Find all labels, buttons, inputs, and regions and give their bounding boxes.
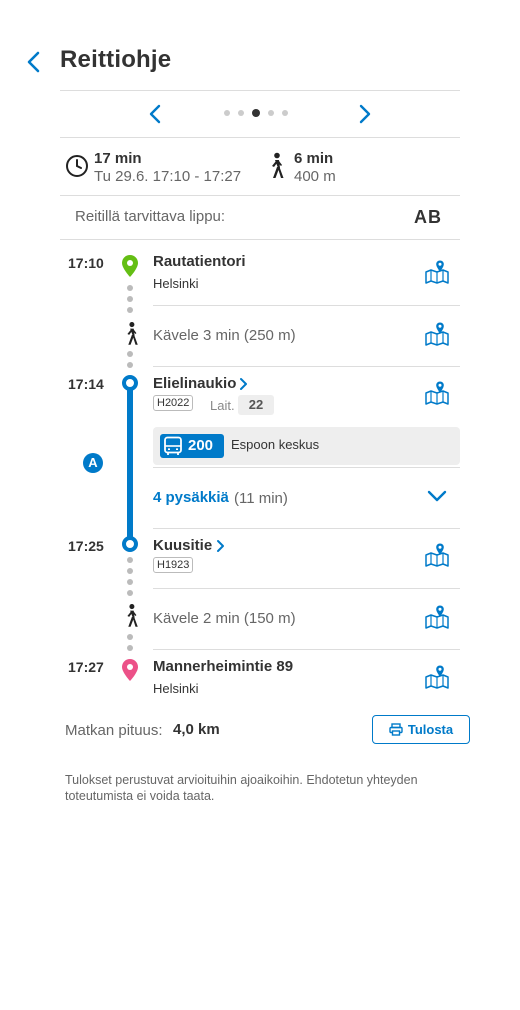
- back-icon[interactable]: [22, 50, 46, 74]
- clock-icon: [66, 155, 88, 177]
- route-number: 200: [188, 437, 214, 454]
- divider: [153, 588, 460, 589]
- print-icon: [389, 723, 403, 736]
- page-dot[interactable]: [282, 110, 288, 116]
- walk-line: [127, 557, 133, 596]
- divider: [60, 239, 460, 240]
- divider: [153, 366, 460, 367]
- page-indicator: [224, 109, 288, 117]
- trip-duration: 17 min: [94, 150, 142, 167]
- trip-length-label: Matkan pituus:: [65, 722, 163, 739]
- origin-name[interactable]: Rautatientori: [153, 253, 246, 270]
- page-title: Reittiohje: [60, 46, 172, 73]
- chevron-down-icon[interactable]: [426, 488, 448, 504]
- origin-time: 17:10: [68, 255, 104, 271]
- route-destination: Espoon keskus: [231, 437, 320, 452]
- divider: [60, 90, 460, 91]
- stop-code: H1923: [153, 557, 194, 573]
- board-stop-name[interactable]: Elielinaukio: [153, 375, 236, 392]
- walk-line: [127, 351, 133, 368]
- divider: [153, 305, 460, 306]
- destination-time: 17:27: [68, 659, 104, 675]
- ticket-zones: AB: [414, 207, 442, 227]
- page-dot[interactable]: [224, 110, 230, 116]
- ticket-label: Reitillä tarvittava lippu:: [75, 208, 226, 225]
- platform-label: Lait.: [210, 398, 235, 413]
- page-dot[interactable]: [238, 110, 244, 116]
- stop-code: H2022: [153, 395, 194, 411]
- platform-number: 22: [238, 395, 274, 415]
- chevron-right-icon[interactable]: [237, 377, 249, 391]
- chevron-right-icon[interactable]: [355, 102, 375, 126]
- alight-stop-name[interactable]: Kuusitie: [153, 537, 212, 554]
- destination-pin-icon: [122, 659, 138, 681]
- page-dot[interactable]: [268, 110, 274, 116]
- origin-pin-icon: [122, 255, 138, 277]
- bus-route-line: [127, 386, 133, 544]
- intermediate-stops-duration: (11 min): [234, 490, 288, 507]
- destination-name[interactable]: Mannerheimintie 89: [153, 658, 293, 675]
- divider: [153, 528, 460, 529]
- alight-time: 17:25: [68, 538, 104, 554]
- walk-icon: [272, 152, 284, 178]
- walk-instruction: Kävele 2 min (150 m): [153, 610, 296, 627]
- disclaimer: Tulokset perustuvat arvioituihin ajoaiko…: [65, 773, 418, 803]
- stop-marker: [122, 536, 138, 552]
- walk-distance: 400 m: [294, 168, 336, 185]
- walk-instruction: Kävele 3 min (250 m): [153, 327, 296, 344]
- trip-date-time: Tu 29.6. 17:10 - 17:27: [94, 168, 242, 185]
- intermediate-stops-toggle[interactable]: 4 pysäkkiä: [153, 489, 229, 506]
- walk-duration: 6 min: [294, 150, 334, 167]
- divider: [153, 467, 460, 468]
- destination-city: Helsinki: [153, 681, 199, 696]
- walk-line: [127, 634, 133, 651]
- map-icon[interactable]: [424, 664, 450, 690]
- map-icon[interactable]: [424, 380, 450, 406]
- trip-length-value: 4,0 km: [173, 721, 220, 738]
- zone-badge: A: [83, 453, 103, 473]
- chevron-right-icon[interactable]: [214, 539, 226, 553]
- print-label: Tulosta: [407, 722, 454, 737]
- bus-icon: [164, 436, 182, 455]
- divider: [60, 137, 460, 138]
- stop-marker: [122, 375, 138, 391]
- divider: [153, 649, 460, 650]
- map-icon[interactable]: [424, 259, 450, 285]
- origin-city: Helsinki: [153, 276, 199, 291]
- map-icon[interactable]: [424, 321, 450, 347]
- walk-line: [127, 285, 133, 313]
- map-icon[interactable]: [424, 604, 450, 630]
- chevron-left-icon[interactable]: [145, 102, 165, 126]
- divider: [60, 195, 460, 196]
- board-time: 17:14: [68, 376, 104, 392]
- map-icon[interactable]: [424, 542, 450, 568]
- walk-icon: [127, 322, 138, 345]
- page-dot-active[interactable]: [252, 109, 260, 117]
- print-button[interactable]: Tulosta: [372, 715, 470, 744]
- walk-icon: [127, 604, 138, 627]
